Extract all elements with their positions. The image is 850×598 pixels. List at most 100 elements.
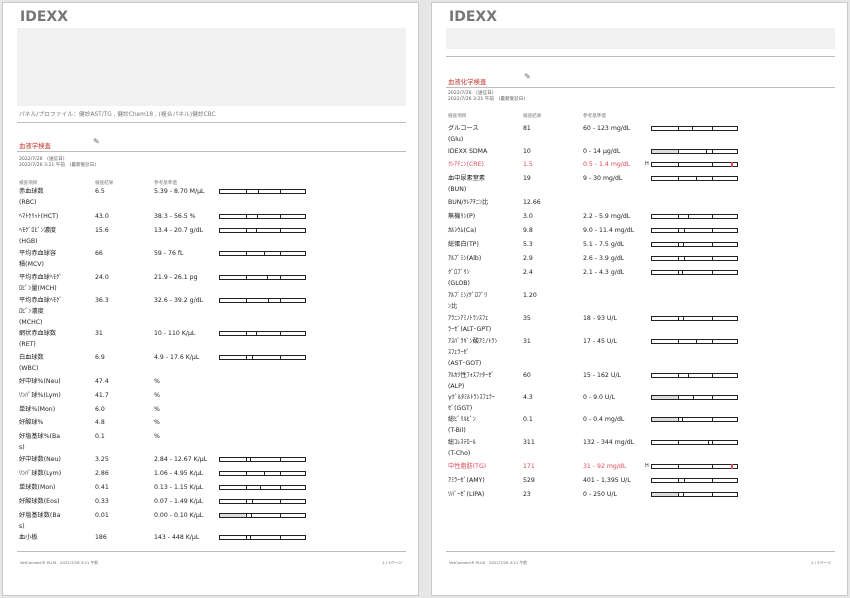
- divider: [17, 151, 406, 152]
- reference-range: 10 - 110 K/μL: [154, 330, 196, 337]
- range-tick: [677, 228, 679, 233]
- latest-visit-date: 2022/7/26 3:21 午前 (最新受診日): [19, 163, 97, 168]
- test-result: 10: [523, 148, 531, 155]
- test-name: 総ﾋﾞﾘﾙﾋﾞﾝ (T-Bil): [448, 416, 476, 434]
- test-result: 6.9: [95, 354, 105, 361]
- result-marker: [249, 535, 251, 540]
- report-page-2: IDEXX 血液化学検査 ✎ 2022/7/26 (送信日) 2022/7/26…: [431, 2, 848, 596]
- high-flag: H: [645, 463, 649, 469]
- reference-range: 60 - 123 mg/dL: [583, 125, 631, 132]
- reference-range: %: [154, 419, 160, 426]
- range-bar: [651, 417, 738, 422]
- col-item-header: 検査項目: [448, 114, 467, 119]
- test-name: 平均赤血球ﾍﾓｸﾞ ﾛﾋﾞﾝ濃度 (MCHC): [19, 297, 63, 326]
- test-name: 血小板: [19, 534, 38, 541]
- reference-range: 59 - 76 fL: [154, 250, 184, 257]
- test-result: 4.3: [523, 394, 533, 401]
- range-bar: [219, 251, 306, 256]
- range-bar: [651, 126, 738, 131]
- range-tick: [711, 395, 713, 400]
- range-bar: [651, 464, 738, 469]
- reference-range: 0 - 0.4 mg/dL: [583, 416, 625, 423]
- reference-range: 9.0 - 11.4 mg/dL: [583, 227, 635, 234]
- pen-icon[interactable]: ✎: [524, 72, 531, 81]
- test-name: 好塩基球%(Ba s): [19, 433, 61, 451]
- report-dates: 2022/7/26 (送信日) 2022/7/26 3:21 午前 (最新受診日…: [19, 157, 96, 169]
- range-tick: [245, 485, 247, 490]
- range-tick: [245, 251, 247, 256]
- test-name: ﾍﾏﾄｸﾘｯﾄ(HCT): [19, 213, 59, 220]
- test-result: 529: [523, 477, 535, 484]
- reference-range: 9 - 30 mg/dL: [583, 175, 623, 182]
- result-marker: [259, 485, 261, 490]
- test-result: 31: [95, 330, 103, 337]
- divider: [17, 551, 406, 552]
- range-tick: [711, 149, 713, 154]
- test-name: 好塩基球数(Ba s): [19, 512, 61, 530]
- range-bar: [651, 339, 738, 344]
- range-tick: [279, 499, 281, 504]
- test-name: ｱｽﾊﾟﾗｷﾞﾝ酸ｱﾐﾉﾄﾗﾝ ｽﾌｪﾗｰｾﾞ (AST･GOT): [448, 338, 498, 367]
- test-name: 血中尿素窒素 (BUN): [448, 175, 486, 193]
- patient-info-box: [446, 28, 835, 49]
- result-marker: [258, 189, 260, 194]
- range-tick: [279, 251, 281, 256]
- range-bar: [651, 478, 738, 483]
- result-marker: [252, 355, 254, 360]
- range-tick: [711, 373, 713, 378]
- test-result: 3.25: [95, 456, 109, 463]
- test-name: ﾘﾝﾊﾟ球%(Lym): [19, 392, 61, 399]
- range-bar: [219, 499, 306, 504]
- result-marker: [682, 242, 684, 247]
- test-name: 総蛋白(TP): [448, 241, 479, 248]
- range-tick: [279, 331, 281, 336]
- result-marker: [696, 176, 698, 181]
- test-name: 白血球数 (WBC): [19, 354, 44, 372]
- result-marker: [684, 256, 686, 261]
- test-name: BUN/ｸﾚｱﾁﾆﾝ比: [448, 199, 489, 206]
- range-tick: [711, 228, 713, 233]
- test-name: 単球数(Mon): [19, 484, 56, 491]
- test-result: 43.0: [95, 213, 109, 220]
- test-name: ﾍﾓｸﾞﾛﾋﾞﾝ濃度 (HGB): [19, 227, 57, 245]
- col-result-header: 検査結果: [523, 114, 542, 119]
- test-name: IDEXX SDMA: [448, 148, 488, 155]
- range-tick: [677, 176, 679, 181]
- test-result: 19: [523, 175, 531, 182]
- test-name: ﾘﾊﾟｰｾﾞ(LIPA): [448, 491, 485, 498]
- range-tick: [711, 162, 713, 167]
- test-result: 31: [523, 338, 531, 345]
- range-bar: [219, 485, 306, 490]
- reference-range: 31 - 92 mg/dL: [583, 463, 627, 470]
- test-result: 0.01: [95, 512, 109, 519]
- reference-range: 15 - 162 U/L: [583, 372, 621, 379]
- test-name: ｸﾞﾛﾌﾞﾘﾝ (GLOB): [448, 269, 470, 287]
- range-tick: [245, 228, 247, 233]
- range-tick: [279, 457, 281, 462]
- result-marker: [691, 126, 693, 131]
- range-tick: [711, 417, 713, 422]
- footer-text: VetConnect® PLUS 2022/7/26 3:21 午前: [20, 560, 99, 565]
- range-bar: [651, 228, 738, 233]
- range-tick: [245, 189, 247, 194]
- test-result: 2.4: [523, 269, 533, 276]
- range-bar: [651, 176, 738, 181]
- range-tick: [279, 471, 281, 476]
- pen-icon[interactable]: ✎: [93, 137, 100, 146]
- range-bar: [651, 162, 738, 167]
- range-tick: [279, 214, 281, 219]
- idexx-logo: IDEXX: [20, 9, 68, 25]
- test-name: 好酸球%: [19, 419, 44, 426]
- divider: [446, 87, 835, 88]
- test-name: 好酸球数(Eos): [19, 498, 60, 505]
- reference-range: 0 - 9.0 U/L: [583, 394, 615, 401]
- result-marker: [708, 440, 710, 445]
- range-tick: [245, 535, 247, 540]
- high-flag: H: [645, 161, 649, 167]
- test-result: 36.3: [95, 297, 109, 304]
- range-tick: [677, 417, 679, 422]
- test-result: 186: [95, 534, 107, 541]
- result-marker: [264, 251, 266, 256]
- reference-range: %: [154, 406, 160, 413]
- range-tick: [279, 228, 281, 233]
